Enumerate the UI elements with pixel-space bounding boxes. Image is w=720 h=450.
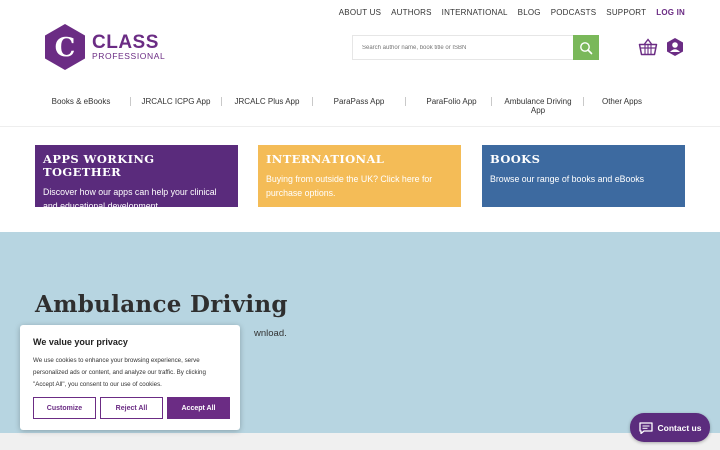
- search-button[interactable]: [573, 35, 599, 60]
- menu-jrcalc-plus-app[interactable]: JRCALC Plus App: [232, 97, 302, 115]
- main-menu: Books & eBooks JRCALC ICPG App JRCALC Pl…: [40, 97, 680, 115]
- card-international[interactable]: INTERNATIONAL Buying from outside the UK…: [258, 145, 461, 207]
- card-title: BOOKS: [490, 152, 541, 166]
- nav-international[interactable]: INTERNATIONAL: [442, 8, 508, 17]
- contact-us-button[interactable]: Contact us: [630, 413, 710, 442]
- menu-parafolio-app[interactable]: ParaFolio App: [420, 97, 483, 115]
- nav-support[interactable]: SUPPORT: [606, 8, 646, 17]
- cookie-buttons: Customize Reject All Accept All: [33, 397, 230, 419]
- page-bottom-strip: [0, 433, 720, 450]
- reject-all-button[interactable]: Reject All: [100, 397, 163, 419]
- card-text: Browse our range of books and eBooks: [490, 174, 645, 184]
- card-books[interactable]: BOOKS Browse our range of books and eBoo…: [482, 145, 685, 207]
- menu-divider: [130, 97, 131, 106]
- login-link[interactable]: LOG IN: [656, 8, 685, 17]
- menu-jrcalc-icpg-app[interactable]: JRCALC ICPG App: [141, 97, 211, 115]
- contact-us-label: Contact us: [657, 422, 702, 433]
- basket-icon[interactable]: [638, 37, 658, 57]
- logo-hexagon-icon: C: [45, 24, 85, 70]
- card-text: Buying from outside the UK? Click here f…: [266, 174, 433, 198]
- card-apps-working-together[interactable]: APPS WORKING TOGETHER Discover how our a…: [35, 145, 238, 211]
- cookie-text: We use cookies to enhance your browsing …: [33, 357, 206, 388]
- menu-divider: [221, 97, 222, 106]
- menu-parapass-app[interactable]: ParaPass App: [329, 97, 389, 115]
- search-icon: [580, 41, 593, 54]
- logo[interactable]: C CLASS PROFESSIONAL: [44, 23, 165, 71]
- accept-all-button[interactable]: Accept All: [167, 397, 230, 419]
- menu-other-apps[interactable]: Other Apps: [598, 97, 646, 115]
- cookie-title: We value your privacy: [33, 337, 128, 347]
- logo-class: CLASS: [92, 32, 159, 53]
- search-input[interactable]: [353, 36, 573, 59]
- top-links: ABOUT US AUTHORS INTERNATIONAL BLOG PODC…: [339, 8, 685, 17]
- hero-subtitle: wnload.: [254, 328, 287, 339]
- nav-blog[interactable]: BLOG: [518, 8, 541, 17]
- nav-podcasts[interactable]: PODCASTS: [551, 8, 597, 17]
- card-text: Discover how our apps can help your clin…: [43, 187, 217, 211]
- customize-button[interactable]: Customize: [33, 397, 96, 419]
- search-bar: [352, 35, 599, 60]
- card-title: APPS WORKING TOGETHER: [43, 152, 155, 179]
- menu-divider: [491, 97, 492, 106]
- nav-authors[interactable]: AUTHORS: [391, 8, 432, 17]
- nav-about-us[interactable]: ABOUT US: [339, 8, 381, 17]
- menu-divider: [312, 97, 313, 106]
- hero-title: Ambulance Driving: [35, 291, 288, 318]
- chat-icon: [638, 421, 653, 434]
- menu-divider: [583, 97, 584, 106]
- logo-professional: PROFESSIONAL: [92, 51, 166, 61]
- logo-text: CLASS PROFESSIONAL: [92, 33, 165, 61]
- account-icon[interactable]: [665, 37, 685, 57]
- menu-ambulance-driving-app[interactable]: Ambulance Driving App: [498, 97, 578, 115]
- cookie-consent-dialog: We value your privacy We use cookies to …: [20, 325, 240, 430]
- logo-letter: C: [55, 33, 76, 63]
- menu-divider: [405, 97, 406, 106]
- card-title: INTERNATIONAL: [266, 152, 385, 166]
- menu-books-ebooks[interactable]: Books & eBooks: [40, 97, 122, 115]
